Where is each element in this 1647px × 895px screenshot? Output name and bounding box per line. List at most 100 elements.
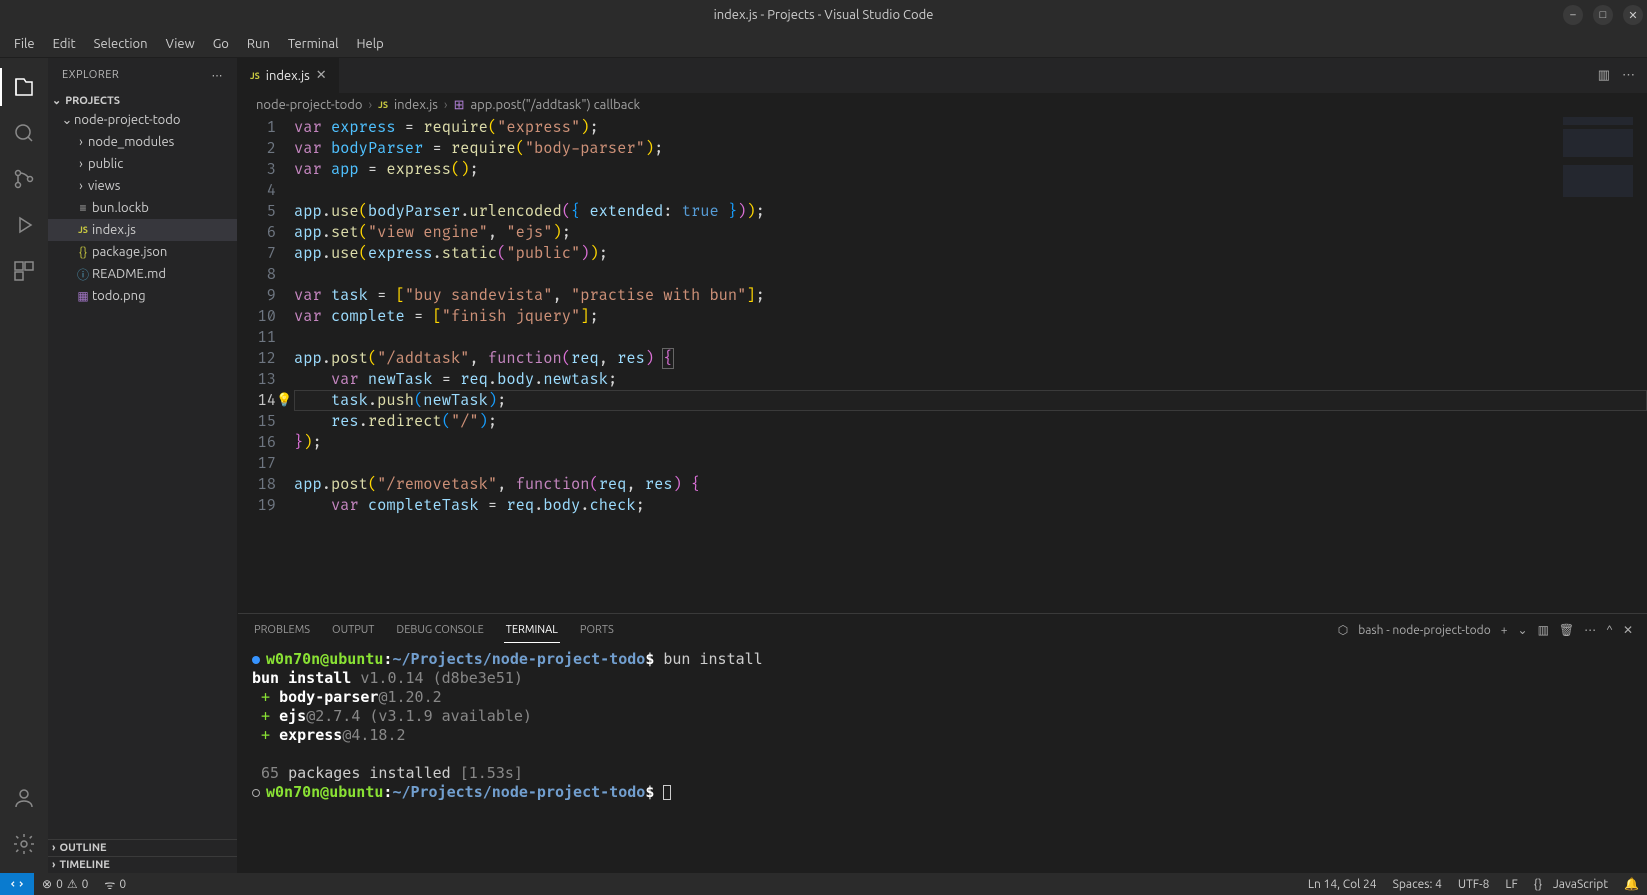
- tree-file[interactable]: {}package.json: [48, 241, 237, 263]
- bottom-panel: PROBLEMS OUTPUT DEBUG CONSOLE TERMINAL P…: [238, 613, 1647, 873]
- panel-tab-output[interactable]: OUTPUT: [330, 618, 376, 642]
- minimize-button[interactable]: –: [1563, 5, 1583, 25]
- tab-actions: ▥ ⋯: [1586, 58, 1647, 93]
- chevron-right-icon: ›: [74, 135, 88, 149]
- chevron-right-icon: ›: [74, 157, 88, 171]
- sidebar: EXPLORER ⋯ ⌄ PROJECTS ⌄ node-project-tod…: [48, 58, 238, 873]
- editor-tab-active[interactable]: JS index.js ✕: [238, 58, 340, 93]
- status-eol[interactable]: LF: [1497, 877, 1525, 891]
- split-terminal-icon[interactable]: ▥: [1538, 623, 1549, 637]
- tree-file[interactable]: ▦todo.png: [48, 285, 237, 307]
- sidebar-title: EXPLORER: [62, 69, 119, 81]
- activity-settings-icon[interactable]: [0, 821, 48, 867]
- maximize-button[interactable]: □: [1593, 5, 1613, 25]
- tree-folder[interactable]: ›views: [48, 175, 237, 197]
- tree-folder[interactable]: ›public: [48, 153, 237, 175]
- activitybar: [0, 58, 48, 873]
- activity-extensions-icon[interactable]: [0, 248, 48, 294]
- antenna-icon: ᯤ: [104, 876, 115, 893]
- activity-scm-icon[interactable]: [0, 156, 48, 202]
- project-header[interactable]: ⌄ PROJECTS: [48, 92, 237, 109]
- menu-run[interactable]: Run: [239, 34, 278, 54]
- sidebar-more-icon[interactable]: ⋯: [212, 69, 224, 82]
- status-encoding[interactable]: UTF-8: [1450, 877, 1497, 891]
- file-tree: ⌄ node-project-todo ›node_modules ›publi…: [48, 109, 237, 839]
- editor-more-icon[interactable]: ⋯: [1622, 68, 1635, 83]
- chevron-down-icon: ⌄: [60, 113, 74, 128]
- outline-label: OUTLINE: [59, 842, 106, 854]
- activity-accounts-icon[interactable]: [0, 775, 48, 821]
- readme-file-icon: ⓘ: [74, 266, 92, 283]
- kill-terminal-icon[interactable]: 🗑: [1559, 623, 1574, 637]
- tree-folder-root[interactable]: ⌄ node-project-todo: [48, 109, 237, 131]
- file-label: README.md: [92, 267, 166, 281]
- breadcrumb-item[interactable]: app.post("/addtask") callback: [470, 98, 640, 112]
- code-content[interactable]: var express = require("express");var bod…: [294, 117, 1647, 613]
- status-language[interactable]: {} JavaScript: [1526, 877, 1616, 891]
- project-name: PROJECTS: [65, 95, 120, 107]
- tab-label: index.js: [266, 69, 310, 83]
- tree-file-active[interactable]: JSindex.js: [48, 219, 237, 241]
- tree-file[interactable]: ≡bun.lockb: [48, 197, 237, 219]
- status-cursor[interactable]: Ln 14, Col 24: [1300, 877, 1385, 891]
- minimap[interactable]: [1563, 117, 1633, 217]
- menu-file[interactable]: File: [6, 34, 43, 54]
- error-icon: ⊗: [42, 877, 52, 891]
- terminal-dropdown-icon[interactable]: ⌄: [1518, 623, 1528, 637]
- menu-terminal[interactable]: Terminal: [280, 34, 347, 54]
- new-terminal-icon[interactable]: +: [1501, 624, 1508, 637]
- js-file-icon: JS: [378, 100, 388, 110]
- status-notifications-icon[interactable]: 🔔: [1616, 877, 1647, 891]
- window-title: index.js - Projects - Visual Studio Code: [714, 8, 934, 22]
- panel-tab-terminal[interactable]: TERMINAL: [504, 618, 560, 643]
- panel-close-icon[interactable]: ✕: [1623, 623, 1633, 637]
- menu-go[interactable]: Go: [205, 34, 237, 54]
- sidebar-header: EXPLORER ⋯: [48, 58, 237, 92]
- close-button[interactable]: ✕: [1623, 5, 1643, 25]
- menu-view[interactable]: View: [158, 34, 203, 54]
- panel-maximize-icon[interactable]: ^: [1606, 624, 1613, 637]
- line-gutter: 12345678910111213141516171819: [238, 117, 294, 613]
- activity-debug-icon[interactable]: [0, 202, 48, 248]
- remote-button[interactable]: [0, 873, 34, 895]
- activity-explorer-icon[interactable]: [0, 64, 48, 110]
- panel-more-icon[interactable]: ⋯: [1584, 623, 1596, 637]
- chevron-right-icon: ›: [74, 179, 88, 193]
- menu-help[interactable]: Help: [348, 34, 391, 54]
- tab-close-icon[interactable]: ✕: [316, 68, 327, 83]
- json-file-icon: {}: [74, 246, 92, 259]
- panel-tab-ports[interactable]: PORTS: [578, 618, 616, 642]
- editor-body[interactable]: 12345678910111213141516171819 var expres…: [238, 117, 1647, 613]
- window-controls: – □ ✕: [1563, 5, 1643, 25]
- split-editor-icon[interactable]: ▥: [1598, 68, 1610, 83]
- tabbar: JS index.js ✕ ▥ ⋯: [238, 58, 1647, 93]
- outline-section[interactable]: › OUTLINE: [48, 839, 237, 856]
- breadcrumb-item[interactable]: index.js: [394, 98, 438, 112]
- menu-edit[interactable]: Edit: [45, 34, 84, 54]
- status-ports[interactable]: ᯤ0: [96, 876, 134, 893]
- terminal-output[interactable]: w0n70n@ubuntu:~/Projects/node-project-to…: [238, 646, 1647, 873]
- status-indent[interactable]: Spaces: 4: [1385, 877, 1450, 891]
- breadcrumbs[interactable]: node-project-todo › JS index.js › ⊞ app.…: [238, 93, 1647, 117]
- panel-actions: ⬡ bash - node-project-todo + ⌄ ▥ 🗑 ⋯ ^ ✕: [1338, 623, 1633, 637]
- editor-area: JS index.js ✕ ▥ ⋯ node-project-todo › JS…: [238, 58, 1647, 873]
- js-file-icon: JS: [250, 71, 260, 81]
- activity-search-icon[interactable]: [0, 110, 48, 156]
- chevron-down-icon: ⌄: [52, 94, 61, 107]
- status-errors[interactable]: ⊗0⚠0: [34, 877, 96, 891]
- folder-label: node_modules: [88, 135, 174, 149]
- menu-selection[interactable]: Selection: [86, 34, 156, 54]
- tree-folder[interactable]: ›node_modules: [48, 131, 237, 153]
- timeline-section[interactable]: › TIMELINE: [48, 856, 237, 873]
- panel-tab-problems[interactable]: PROBLEMS: [252, 618, 312, 642]
- statusbar: ⊗0⚠0 ᯤ0 Ln 14, Col 24 Spaces: 4 UTF-8 LF…: [0, 873, 1647, 895]
- tree-file[interactable]: ⓘREADME.md: [48, 263, 237, 285]
- file-label: todo.png: [92, 289, 146, 303]
- file-label: index.js: [92, 223, 136, 237]
- chevron-right-icon: ›: [369, 98, 373, 112]
- file-icon: ≡: [74, 201, 92, 215]
- panel-tabs: PROBLEMS OUTPUT DEBUG CONSOLE TERMINAL P…: [238, 614, 1647, 646]
- panel-tab-debug[interactable]: DEBUG CONSOLE: [394, 618, 485, 642]
- terminal-shell-label[interactable]: bash - node-project-todo: [1358, 624, 1491, 637]
- breadcrumb-item[interactable]: node-project-todo: [256, 98, 363, 112]
